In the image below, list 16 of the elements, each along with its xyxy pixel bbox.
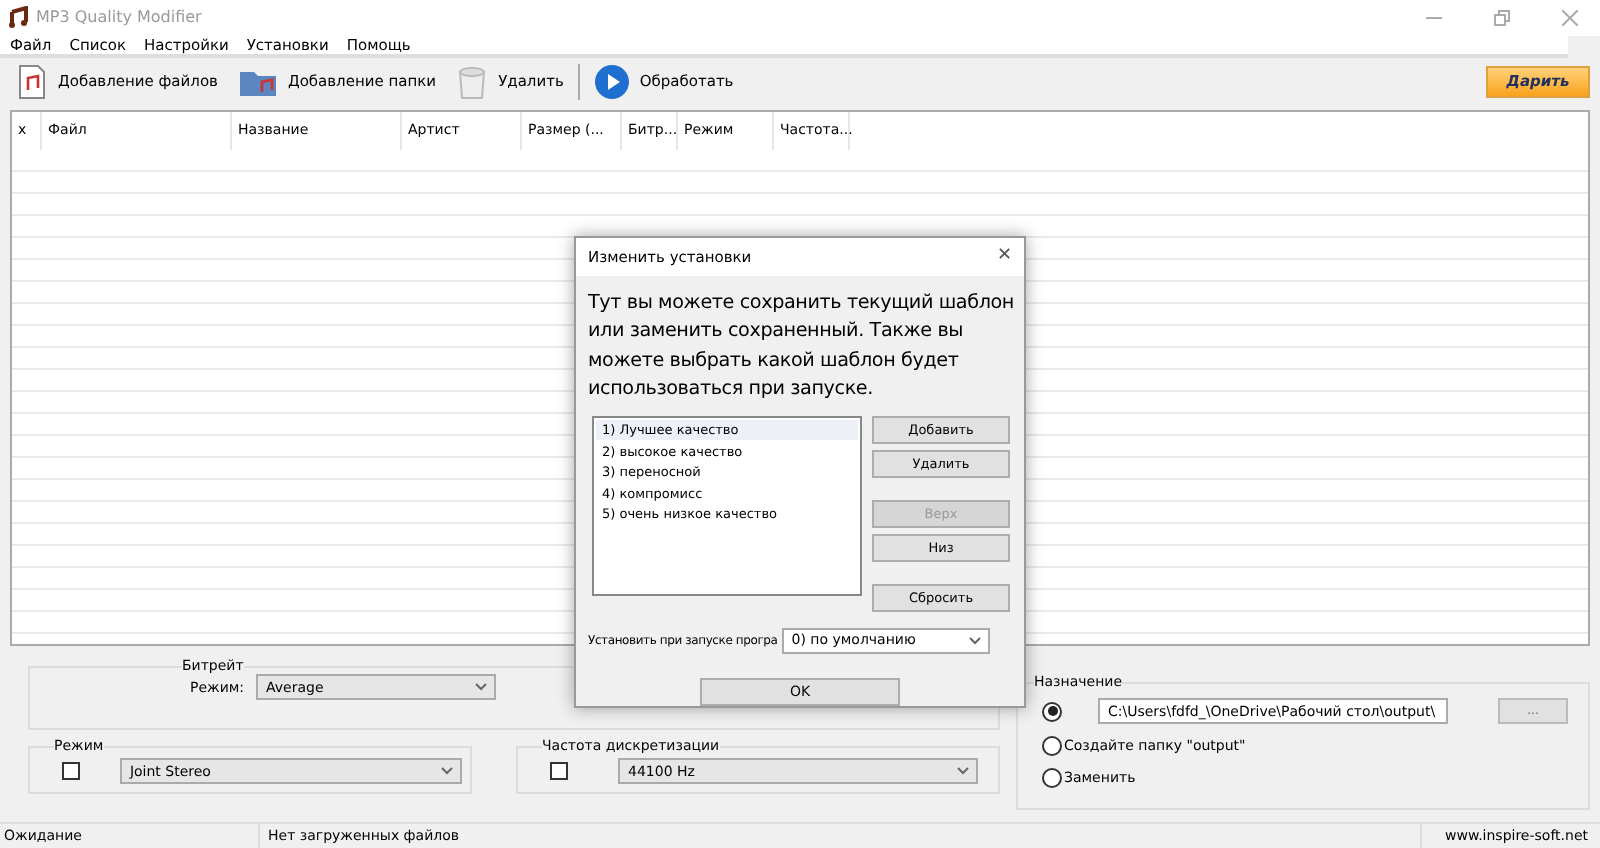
chevron-down-icon	[967, 635, 982, 646]
dialog-description: Тут вы можете сохранить текущий шаблон или заменить сохраненный. Также вы можете выбрать какой шаблон будет использоваться при запуске.	[588, 289, 1016, 405]
chevron-down-icon	[474, 682, 489, 693]
chevron-down-icon	[956, 766, 970, 777]
chevron-down-icon	[440, 766, 454, 777]
music-file-icon	[16, 63, 48, 100]
radio-button[interactable]	[1042, 736, 1062, 757]
radio-button[interactable]	[1042, 768, 1062, 789]
trash-icon	[456, 63, 489, 100]
close-button[interactable]: ✕	[996, 246, 1012, 267]
checkbox[interactable]	[62, 762, 80, 781]
window-title: MP3 Quality Modifier	[36, 8, 204, 27]
radio-button[interactable]	[1042, 701, 1062, 722]
play-icon	[593, 63, 630, 100]
music-note-icon	[8, 6, 28, 29]
checkbox[interactable]	[550, 762, 568, 781]
